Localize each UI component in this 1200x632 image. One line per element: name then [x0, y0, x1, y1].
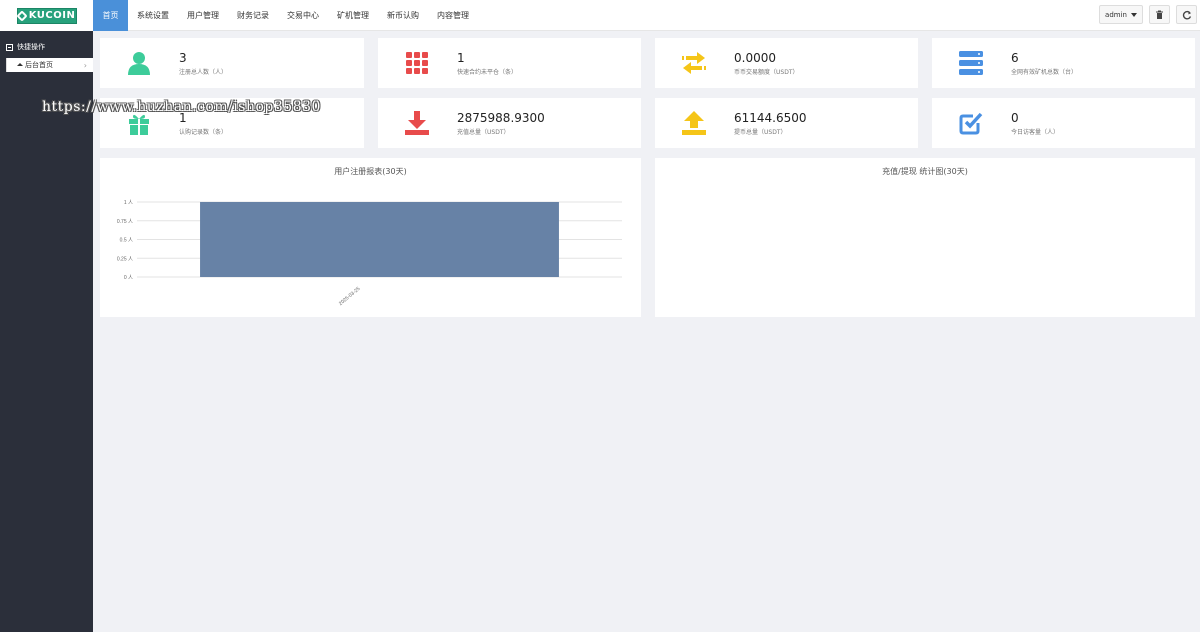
stat-label: 充值总量（USDT） [457, 129, 510, 136]
stat-value: 6 [1011, 51, 1019, 65]
recharge-withdraw-chart-panel: 充值/提现 统计图(30天) [655, 158, 1195, 317]
nav-system-settings[interactable]: 系统设置 [128, 0, 178, 31]
stat-value: 0.0000 [734, 51, 776, 65]
nav-user-management[interactable]: 用户管理 [178, 0, 228, 31]
stat-card-today-visitors: 0 今日访客量（人） [932, 98, 1195, 148]
sidebar-section-title[interactable]: 快捷操作 [0, 31, 93, 53]
y-tick-label: 0.75 人 [117, 219, 133, 225]
registration-chart-panel: 用户注册报表(30天) 1 人 0.75 人 0.5 人 0.25 人 0 人 2025-… [100, 158, 641, 317]
stat-value: 3 [179, 51, 187, 65]
grid-icon [406, 52, 428, 74]
sidebar-item-home[interactable]: 后台首页 › [6, 58, 93, 72]
stat-value: 61144.6500 [734, 111, 807, 125]
kucoin-logo-icon [16, 9, 28, 22]
nav-trading-center[interactable]: 交易中心 [278, 0, 328, 31]
nav-new-coin-subscription[interactable]: 新币认购 [378, 0, 428, 31]
exchange-icon [682, 52, 706, 74]
check-icon [959, 112, 983, 135]
watermark-text: https://www.huzhan.com/ishop35830 [42, 99, 321, 115]
main-nav: 首页 系统设置 用户管理 财务记录 交易中心 矿机管理 新币认购 内容管理 [93, 0, 1200, 31]
stat-value: 1 [457, 51, 465, 65]
y-tick-label: 0.25 人 [117, 256, 133, 262]
collapse-icon [6, 43, 13, 51]
download-icon [405, 111, 429, 135]
stat-label: 快速合约未平仓（条） [457, 69, 518, 76]
refresh-button[interactable] [1176, 5, 1197, 24]
sidebar: KUCOIN 快捷操作 后台首页 › [0, 0, 93, 632]
y-tick-label: 1 人 [124, 200, 133, 206]
admin-dropdown[interactable]: admin [1099, 5, 1143, 24]
bar[interactable] [200, 202, 559, 277]
chevron-right-icon: › [83, 60, 87, 70]
stat-label: 今日访客量（人） [1011, 129, 1060, 136]
stat-card-registered-users: 3 注册总人数（人） [100, 38, 364, 88]
logo[interactable]: KUCOIN [0, 0, 93, 31]
nav-home[interactable]: 首页 [93, 0, 128, 31]
nav-mining-management[interactable]: 矿机管理 [328, 0, 378, 31]
stat-label: 币币交易额度（USDT） [734, 69, 799, 76]
y-tick-label: 0.5 人 [120, 238, 133, 244]
nav-content-management[interactable]: 内容管理 [428, 0, 478, 31]
home-icon [17, 62, 23, 66]
admin-label: admin [1105, 10, 1127, 19]
stat-card-coin-trading-volume: 0.0000 币币交易额度（USDT） [655, 38, 918, 88]
stat-card-active-miners: 6 全网有效矿机总数（台） [932, 38, 1195, 88]
server-icon [959, 51, 983, 75]
kucoin-logo: KUCOIN [16, 7, 77, 24]
stat-value: 0 [1011, 111, 1019, 125]
nav-finance-records[interactable]: 财务记录 [228, 0, 278, 31]
chart-title: 用户注册报表(30天) [334, 167, 407, 176]
sidebar-section-label: 快捷操作 [17, 43, 45, 51]
caret-down-icon [1130, 12, 1137, 17]
trash-icon [1156, 10, 1163, 19]
user-icon [128, 52, 150, 75]
stat-label: 注册总人数（人） [179, 69, 228, 76]
logo-text: KUCOIN [28, 10, 76, 21]
stat-label: 认购记录数（条） [179, 129, 228, 136]
clear-cache-button[interactable] [1149, 5, 1170, 24]
upload-icon [682, 111, 706, 135]
registration-bar-chart: 1 人 0.75 人 0.5 人 0.25 人 0 人 2025-03-25 [117, 200, 622, 307]
top-navbar: 首页 系统设置 用户管理 财务记录 交易中心 矿机管理 新币认购 内容管理 ad… [93, 0, 1200, 31]
stat-label: 提币总量（USDT） [734, 129, 787, 136]
sidebar-item-label: 后台首页 [25, 61, 53, 69]
stat-card-open-contracts: 1 快速合约未平仓（条） [378, 38, 641, 88]
stat-card-total-recharge: 2875988.9300 充值总量（USDT） [378, 98, 641, 148]
x-tick-label: 2025-03-25 [338, 286, 362, 307]
stat-card-total-withdrawal: 61144.6500 提币总量（USDT） [655, 98, 918, 148]
y-tick-label: 0 人 [124, 275, 133, 281]
refresh-icon [1182, 10, 1191, 19]
stat-value: 2875988.9300 [457, 111, 545, 125]
chart-title: 充值/提现 统计图(30天) [882, 167, 968, 176]
stat-label: 全网有效矿机总数（台） [1011, 69, 1078, 76]
